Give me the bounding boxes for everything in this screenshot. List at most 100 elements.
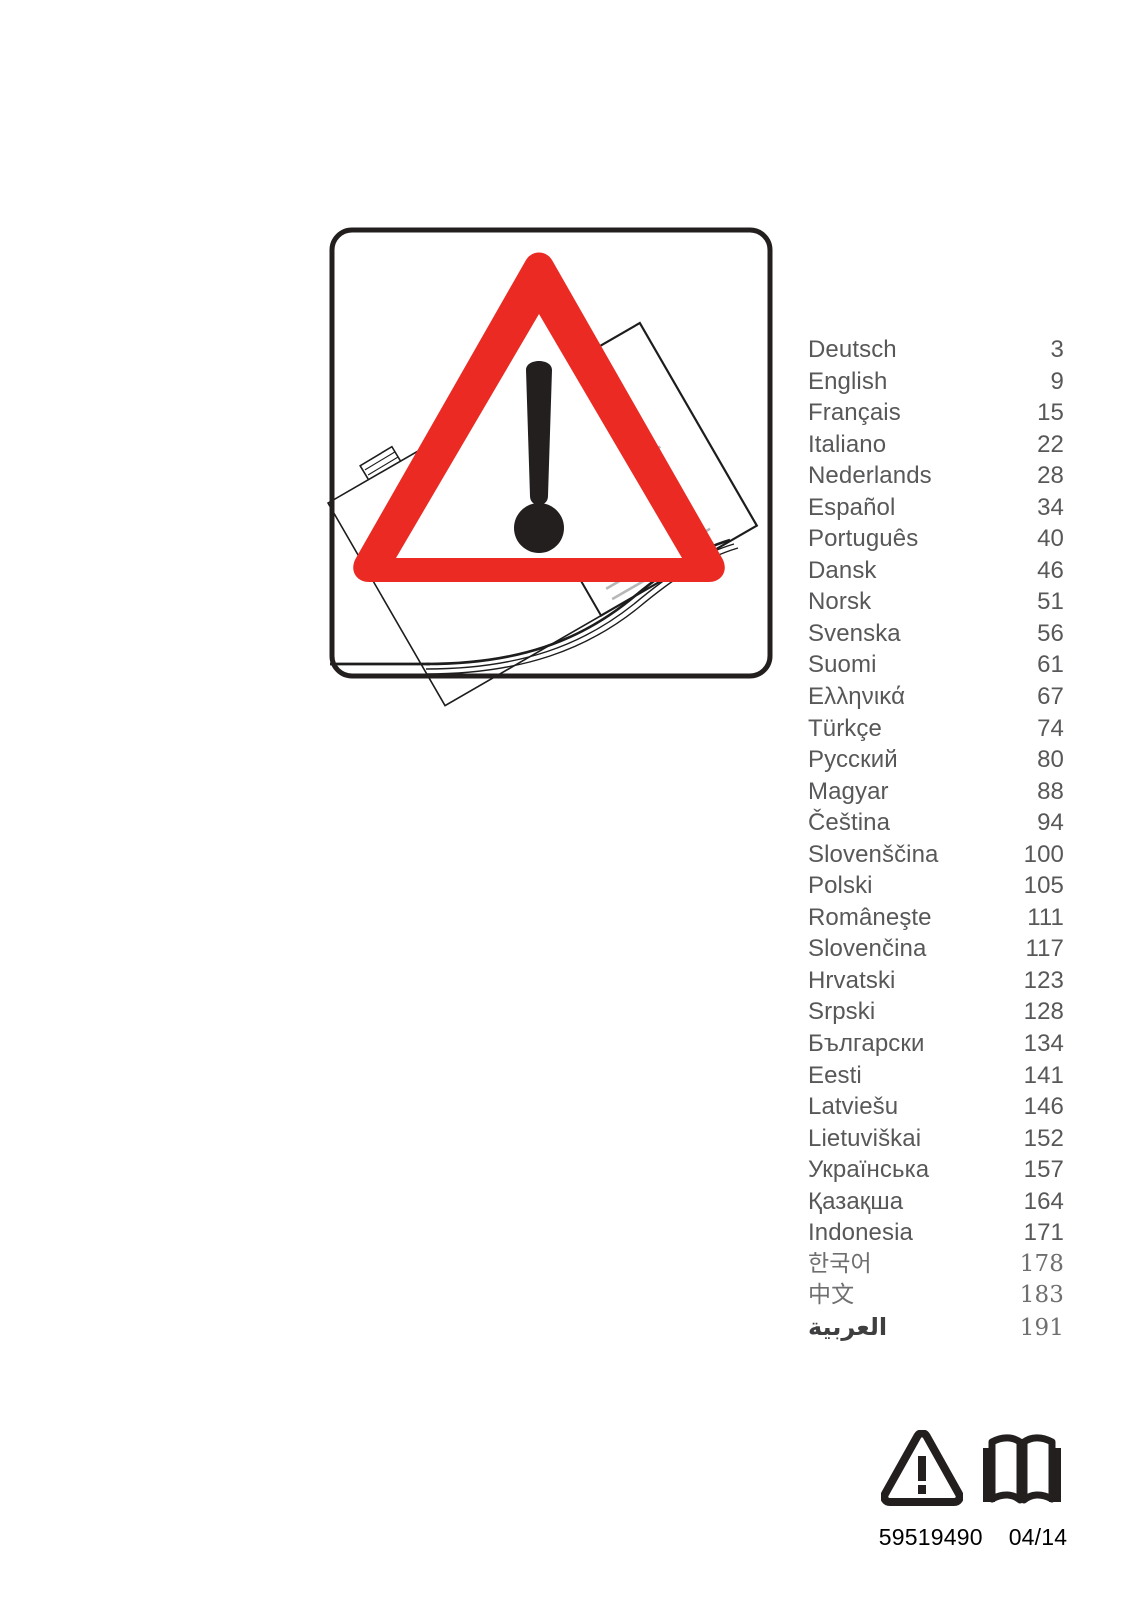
language-row[interactable]: Українська 157 (808, 1154, 1064, 1186)
language-name: Русский (808, 746, 898, 774)
language-row[interactable]: Norsk 51 (808, 586, 1064, 618)
language-row[interactable]: English 9 (808, 366, 1064, 398)
language-page-number: 128 (1023, 998, 1064, 1026)
language-name: Deutsch (808, 336, 897, 363)
warning-triangle-icon (881, 1430, 963, 1508)
language-name: Polski (808, 872, 873, 900)
language-name: Srpski (808, 998, 876, 1026)
part-number: 59519490 (878, 1524, 983, 1550)
language-name: Lietuviškai (808, 1124, 922, 1152)
language-page-number: 183 (1019, 1282, 1064, 1309)
cover-illustration (326, 227, 773, 707)
language-page-number: 67 (1037, 683, 1064, 711)
language-row[interactable]: Ελληνικά 67 (808, 681, 1064, 713)
language-page-number: 56 (1037, 619, 1064, 647)
language-row[interactable]: Русский 80 (808, 744, 1064, 776)
language-name: Svenska (808, 619, 901, 647)
language-row[interactable]: Suomi 61 (808, 649, 1064, 681)
language-page-number: 40 (1037, 525, 1064, 553)
language-row[interactable]: Slovenčina 117 (808, 933, 1064, 965)
language-page-number: 117 (1025, 935, 1064, 963)
language-page-number: 123 (1023, 966, 1064, 994)
language-name: Español (808, 493, 896, 521)
language-row[interactable]: Indonesia 171 (808, 1217, 1064, 1249)
language-row[interactable]: Italiano 22 (808, 429, 1064, 461)
language-row[interactable]: Slovenščina 100 (808, 839, 1064, 871)
language-page-number: 134 (1023, 1030, 1064, 1058)
language-name: Italiano (808, 430, 887, 458)
language-page-number: 105 (1023, 872, 1064, 900)
language-name: Româneşte (808, 903, 932, 931)
language-name: 中文 (808, 1282, 855, 1309)
language-row[interactable]: Deutsch 3 (808, 334, 1064, 366)
language-row[interactable]: Français 15 (808, 397, 1064, 429)
language-name: English (808, 367, 888, 395)
language-page-number: 191 (1019, 1314, 1064, 1341)
language-name: Ελληνικά (808, 683, 906, 711)
language-row[interactable]: Español 34 (808, 492, 1064, 524)
language-page-number: 3 (1050, 336, 1064, 363)
language-row[interactable]: Hrvatski 123 (808, 965, 1064, 997)
language-name: Українська (808, 1156, 930, 1184)
language-name: Čeština (808, 809, 891, 837)
language-name: Hrvatski (808, 966, 896, 994)
language-page-number: 164 (1023, 1187, 1064, 1215)
language-name: Suomi (808, 651, 877, 679)
language-row[interactable]: Polski 105 (808, 870, 1064, 902)
language-page-number: 15 (1037, 399, 1064, 427)
language-page-number: 146 (1023, 1093, 1064, 1121)
language-name: 한국어 (808, 1250, 872, 1277)
language-name: Magyar (808, 777, 889, 805)
language-row[interactable]: العربية 191 (808, 1312, 1064, 1344)
language-name: Slovenčina (808, 935, 927, 963)
language-page-number: 74 (1037, 714, 1064, 742)
language-page-number: 94 (1037, 809, 1064, 837)
language-page-number: 34 (1037, 493, 1064, 521)
language-contents-list: Deutsch 3 English 9 Français 15 Italiano 22 Nede… (808, 334, 1064, 1344)
language-page-number: 28 (1037, 462, 1064, 490)
language-name: Dansk (808, 556, 877, 584)
language-row[interactable]: Dansk 46 (808, 555, 1064, 587)
language-name: Français (808, 399, 901, 427)
language-page-number: 171 (1023, 1219, 1064, 1247)
language-page-number: 22 (1037, 430, 1064, 458)
language-page-number: 141 (1023, 1061, 1064, 1089)
date-code: 04/14 (1008, 1524, 1068, 1550)
language-page-number: 46 (1037, 556, 1064, 584)
language-row[interactable]: Български 134 (808, 1028, 1064, 1060)
language-page-number: 157 (1023, 1156, 1064, 1184)
language-name: Қазақша (808, 1187, 904, 1215)
language-name: Türkçe (808, 714, 882, 742)
language-page-number: 100 (1023, 840, 1064, 868)
language-row[interactable]: Eesti 141 (808, 1060, 1064, 1092)
language-name: Slovenščina (808, 840, 939, 868)
language-row[interactable]: Srpski 128 (808, 996, 1064, 1028)
language-page-number: 152 (1023, 1124, 1064, 1152)
language-page-number: 178 (1019, 1250, 1064, 1277)
language-name: Български (808, 1030, 925, 1058)
language-row[interactable]: Nederlands 28 (808, 460, 1064, 492)
language-row[interactable]: Čeština 94 (808, 807, 1064, 839)
language-row[interactable]: Lietuviškai 152 (808, 1123, 1064, 1155)
language-row[interactable]: 中文 183 (808, 1280, 1064, 1312)
language-name: العربية (808, 1312, 888, 1341)
language-name: Eesti (808, 1061, 862, 1089)
language-row[interactable]: Svenska 56 (808, 618, 1064, 650)
language-name: Indonesia (808, 1219, 913, 1247)
language-row[interactable]: Latviešu 146 (808, 1091, 1064, 1123)
language-page-number: 111 (1027, 903, 1064, 931)
language-page-number: 88 (1037, 777, 1064, 805)
language-page-number: 80 (1037, 746, 1064, 774)
footer-code-row: 59519490 04/14 (878, 1524, 1068, 1551)
language-row[interactable]: 한국어 178 (808, 1249, 1064, 1281)
document-footer: 59519490 04/14 (878, 1412, 1068, 1551)
language-page-number: 61 (1037, 651, 1064, 679)
language-row[interactable]: Қазақша 164 (808, 1186, 1064, 1218)
language-name: Nederlands (808, 462, 932, 490)
language-row[interactable]: Türkçe 74 (808, 713, 1064, 745)
language-row[interactable]: Português 40 (808, 523, 1064, 555)
language-row[interactable]: Magyar 88 (808, 776, 1064, 808)
language-name: Norsk (808, 588, 872, 616)
language-page-number: 51 (1037, 588, 1064, 616)
language-row[interactable]: Româneşte 111 (808, 902, 1064, 934)
